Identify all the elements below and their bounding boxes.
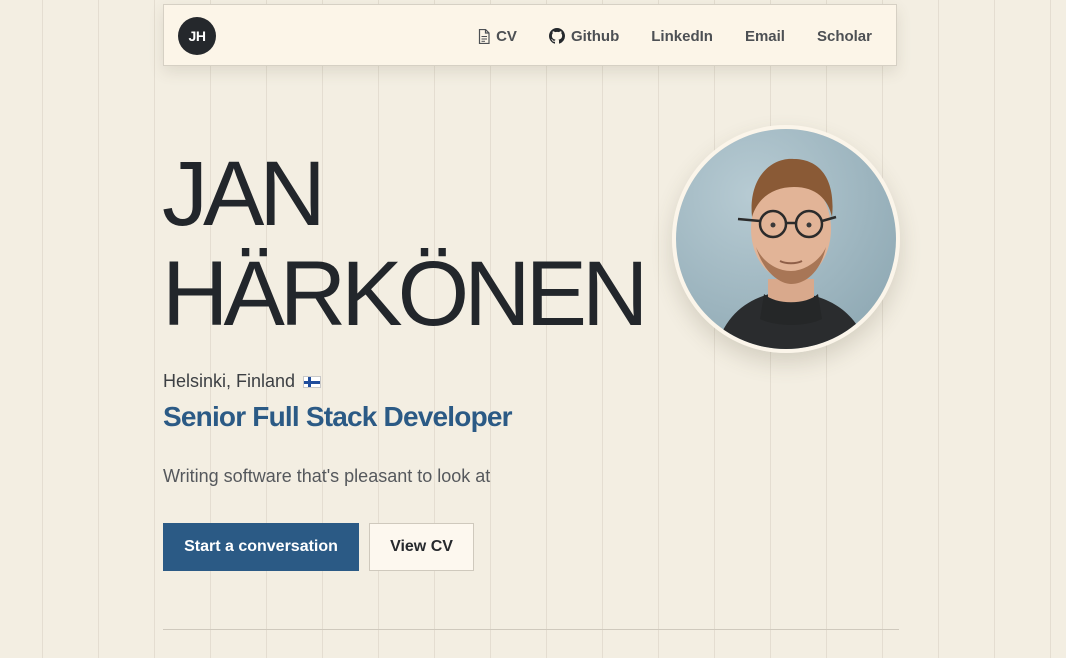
nav-link-label: LinkedIn xyxy=(651,27,713,45)
nav-link-label: Email xyxy=(744,27,785,45)
nav-link-cv[interactable]: CV xyxy=(478,28,517,45)
nav-link-label: Scholar xyxy=(816,27,872,45)
document-icon xyxy=(478,28,490,44)
first-name: JAN xyxy=(162,143,326,245)
logo-badge[interactable]: JH xyxy=(178,17,216,55)
last-name: HÄRKÖNEN xyxy=(162,243,648,345)
job-title: Senior Full Stack Developer xyxy=(163,401,513,432)
tagline: Writing software that's pleasant to look… xyxy=(163,466,491,486)
hero-name: JAN HÄRKÖNEN xyxy=(162,143,648,345)
nav-link-github[interactable]: Github xyxy=(548,27,620,45)
logo-initials: JH xyxy=(188,28,206,44)
view-cv-button[interactable]: View CV xyxy=(369,523,474,571)
profile-photo xyxy=(672,125,900,353)
nav-link-label: CV xyxy=(496,27,517,45)
nav-link-linkedin[interactable]: LinkedIn xyxy=(651,28,713,45)
section-divider xyxy=(163,629,899,630)
location-text: Helsinki, Finland xyxy=(163,371,296,391)
location: Helsinki, Finland xyxy=(163,371,322,392)
nav-link-email[interactable]: Email xyxy=(745,28,785,45)
nav-links: CV Github LinkedIn Email Scholar xyxy=(478,5,872,67)
start-conversation-button[interactable]: Start a conversation xyxy=(163,523,359,571)
github-icon xyxy=(548,28,565,44)
finland-flag-icon xyxy=(303,375,322,388)
nav-link-label: Github xyxy=(570,27,620,45)
nav-link-scholar[interactable]: Scholar xyxy=(817,28,872,45)
top-navigation-bar: JH CV Github LinkedIn Email Scholar xyxy=(163,4,897,66)
